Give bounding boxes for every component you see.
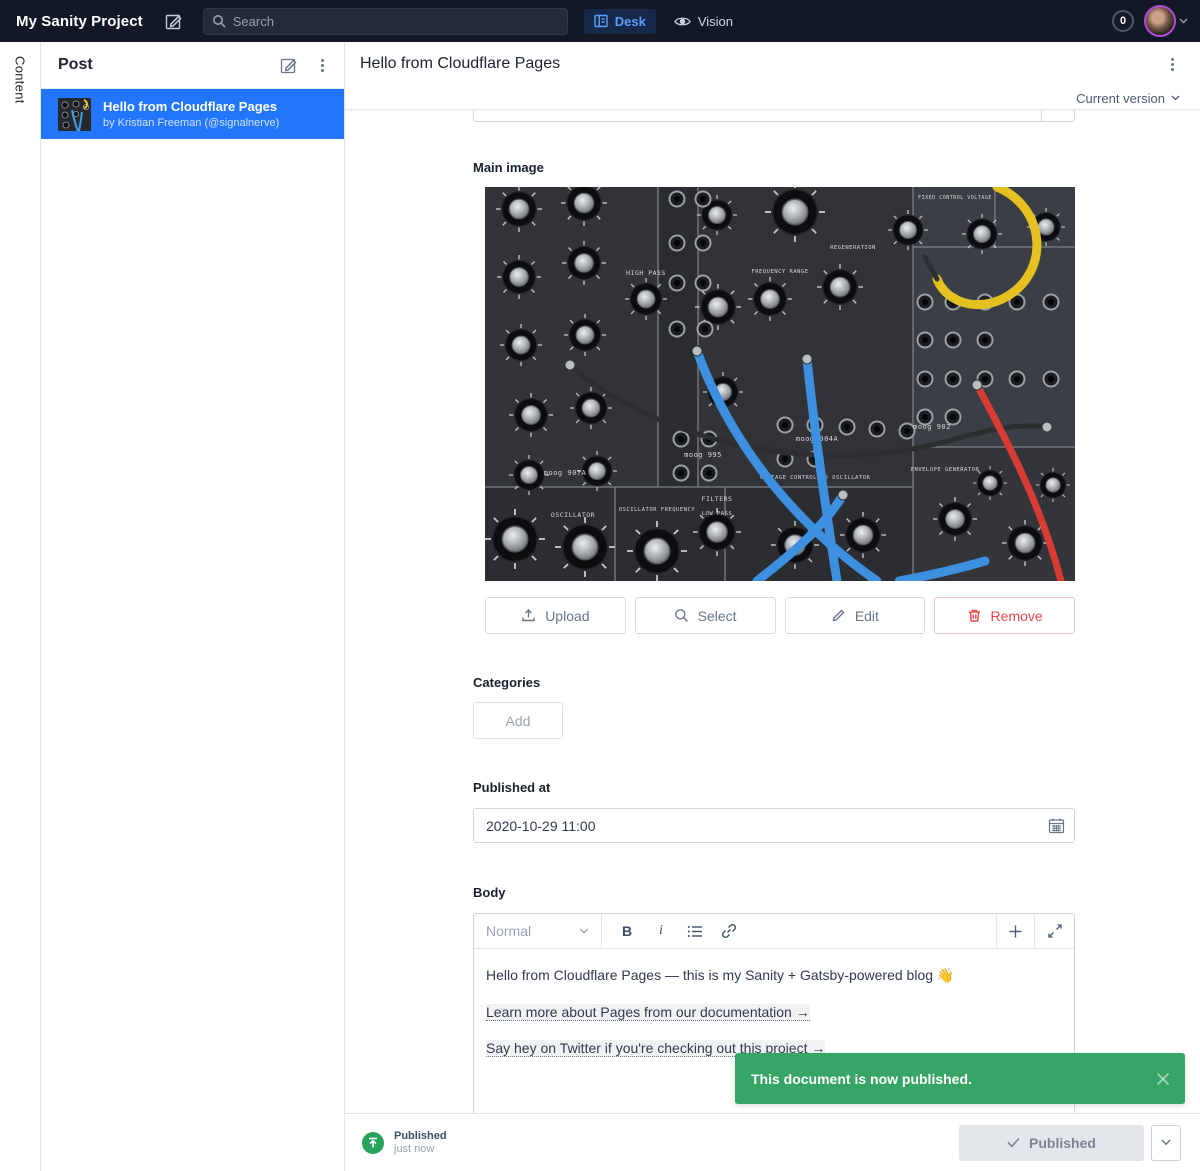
fullscreen-expand-icon[interactable] (1034, 914, 1074, 948)
slug-field-clipped[interactable] (473, 110, 1075, 122)
pencil-icon (831, 608, 846, 623)
photo-label: FREQUENCY RANGE (751, 269, 808, 275)
photo-label: REGENERATION (830, 245, 876, 251)
document-footer: Published just now Published (345, 1113, 1200, 1171)
italic-button[interactable]: i (646, 918, 676, 944)
list-pane-header: Post (41, 42, 344, 89)
tab-desk-label: Desk (615, 14, 646, 29)
remove-button-label: Remove (991, 608, 1043, 624)
image-actions-row: Upload Select (485, 597, 1075, 634)
photo-label: moog 907A (544, 469, 587, 477)
notification-counter-badge[interactable]: 0 (1112, 10, 1134, 32)
search-icon (212, 14, 226, 28)
body-link-documentation[interactable]: Learn more about Pages from our document… (486, 1004, 810, 1021)
photo-label: FILTERS (702, 495, 733, 503)
compose-icon (165, 12, 183, 30)
sidebar-rail: Content (0, 42, 41, 1171)
new-document-icon[interactable] (280, 56, 298, 74)
sidebar-tab-content[interactable]: Content (13, 56, 28, 1171)
avatar (1144, 5, 1176, 37)
publish-status-icon (362, 1132, 384, 1154)
photo-label: OSCILLATOR FREQUENCY (619, 507, 695, 513)
publish-menu-chevron-button[interactable] (1151, 1125, 1181, 1161)
insert-plus-button[interactable] (996, 914, 1034, 948)
document-list-pane: Post (41, 42, 345, 1171)
version-label: Current version (1076, 91, 1165, 106)
version-selector[interactable]: Current version (345, 86, 1200, 110)
chevron-down-icon (1171, 95, 1180, 101)
paragraph-style-select[interactable]: Normal (474, 914, 602, 948)
photo-label: VOLTAGE CONTROLLED OSCILLATOR (760, 475, 871, 481)
bullet-list-icon[interactable] (680, 918, 710, 944)
post-thumbnail (58, 98, 91, 131)
photo-label: FIXED CONTROL VOLTAGE (918, 195, 992, 201)
upload-button-label: Upload (545, 608, 589, 624)
user-menu[interactable] (1144, 5, 1188, 37)
list-menu-kebab-icon[interactable] (314, 57, 330, 73)
published-at-input[interactable] (473, 808, 1075, 843)
document-header: Hello from Cloudflare Pages Current vers… (345, 42, 1200, 110)
add-category-button[interactable]: Add (473, 702, 563, 739)
link-icon[interactable] (714, 918, 744, 944)
compose-button[interactable] (165, 12, 183, 30)
document-editor-pane: Hello from Cloudflare Pages Current vers… (345, 42, 1200, 1171)
list-item[interactable]: Hello from Cloudflare Pages by Kristian … (41, 89, 344, 139)
remove-button[interactable]: Remove (934, 597, 1075, 634)
search-input[interactable] (233, 14, 559, 29)
upload-button[interactable]: Upload (485, 597, 626, 634)
desk-panes-icon (594, 14, 608, 28)
tab-desk[interactable]: Desk (584, 9, 656, 34)
top-navbar: My Sanity Project Desk (0, 0, 1200, 42)
categories-label: Categories (473, 675, 1075, 690)
publish-button[interactable]: Published (959, 1125, 1144, 1161)
photo-label: OSCILLATOR (551, 511, 595, 519)
select-button[interactable]: Select (635, 597, 776, 634)
photo-label: moog 995 (684, 451, 722, 459)
upload-icon (521, 608, 536, 623)
bold-button[interactable]: B (612, 918, 642, 944)
document-title: Hello from Cloudflare Pages (360, 55, 560, 73)
document-menu-kebab-icon[interactable] (1164, 56, 1180, 72)
edit-button-label: Edit (855, 608, 879, 624)
toast-close-icon[interactable] (1155, 1071, 1171, 1087)
photo-label: moog 902 (913, 423, 951, 431)
chevron-down-icon (579, 928, 589, 934)
photo-label: ENVELOPE GENERATOR (911, 467, 980, 473)
chevron-down-icon (1179, 18, 1188, 24)
document-form-scroll-area[interactable]: Main image (345, 110, 1200, 1113)
body-paragraph: Hello from Cloudflare Pages — this is my… (486, 966, 1062, 986)
project-title: My Sanity Project (16, 13, 143, 30)
tab-vision[interactable]: Vision (674, 14, 733, 29)
list-pane-title: Post (58, 56, 93, 74)
check-icon (1007, 1137, 1020, 1148)
trash-icon (967, 608, 982, 623)
eye-icon (674, 15, 691, 28)
list-item-subtitle: by Kristian Freeman (@signalnerve) (103, 117, 279, 129)
publish-button-label: Published (1029, 1135, 1096, 1151)
search-input-wrap[interactable] (203, 8, 568, 35)
publish-status-time: just now (394, 1143, 447, 1155)
main-image-photo: HIGH PASS FREQUENCY RANGE REGENERATION m… (485, 187, 1075, 581)
published-at-label: Published at (473, 780, 1075, 795)
body-label: Body (473, 885, 1075, 900)
paragraph-style-value: Normal (486, 923, 579, 939)
photo-label: HIGH PASS (626, 269, 666, 277)
list-item-title: Hello from Cloudflare Pages (103, 99, 279, 115)
toast-message: This document is now published. (751, 1071, 972, 1087)
editor-toolbar: Normal B i (474, 914, 1074, 949)
tab-vision-label: Vision (698, 14, 733, 29)
select-button-label: Select (698, 608, 737, 624)
published-toast: This document is now published. (735, 1053, 1185, 1104)
calendar-icon[interactable] (1048, 817, 1065, 834)
magnifier-icon (674, 608, 689, 623)
photo-label: LOW PASS (702, 511, 733, 517)
edit-button[interactable]: Edit (785, 597, 926, 634)
publish-status-title: Published (394, 1130, 447, 1142)
main-image-label: Main image (473, 160, 1075, 175)
